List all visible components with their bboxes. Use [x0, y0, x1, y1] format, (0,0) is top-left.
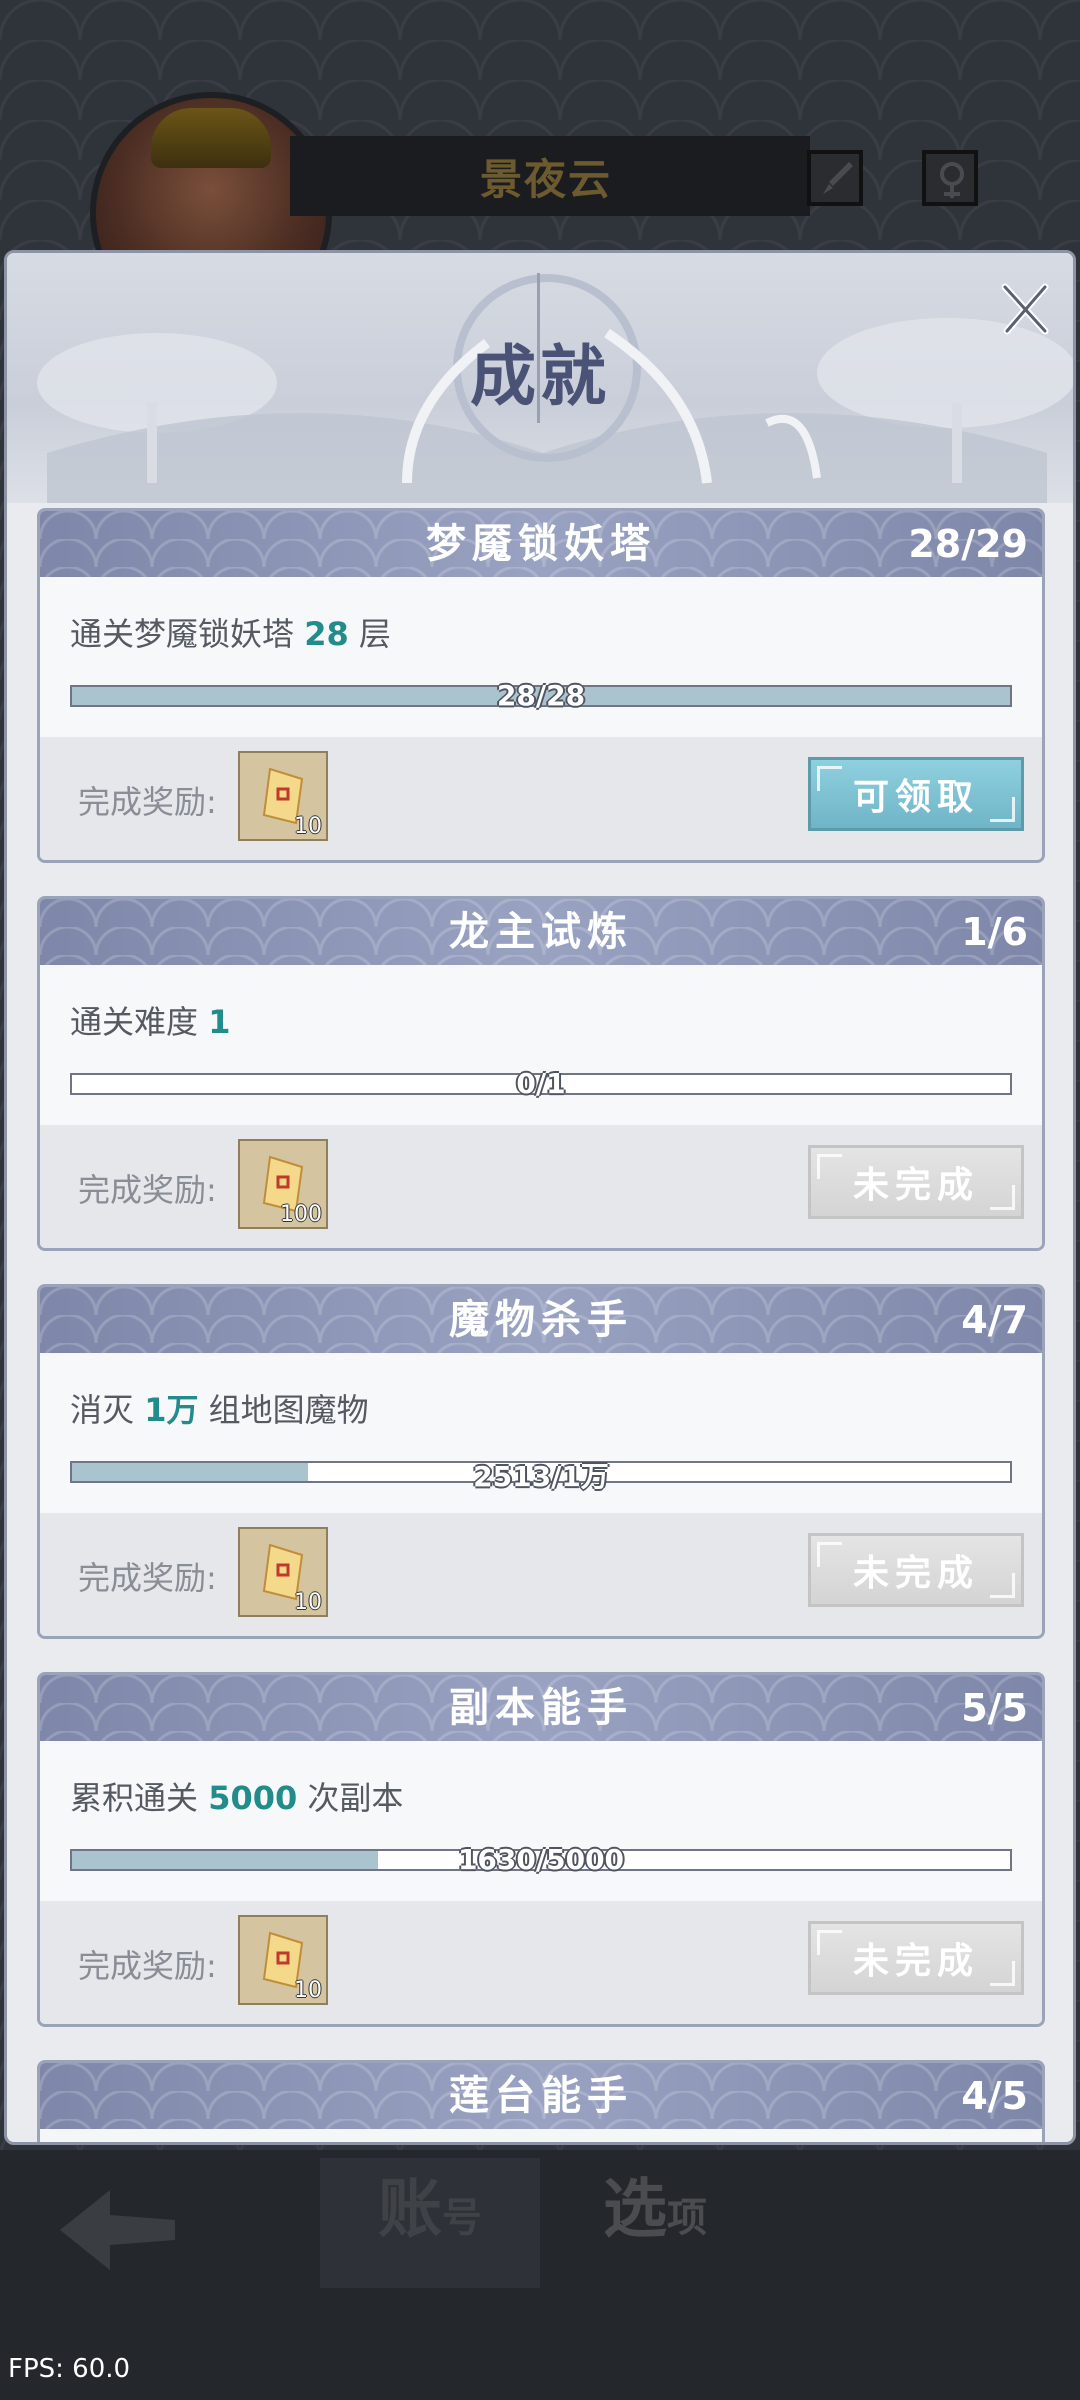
achievement-count: 4/7 — [961, 1298, 1028, 1342]
achievement-count: 28/29 — [908, 522, 1028, 566]
modal-title: 成就 — [470, 337, 610, 415]
player-header: 景夜云 — [90, 92, 990, 334]
claim-button[interactable]: 可领取 — [808, 757, 1024, 831]
brush-icon[interactable] — [807, 150, 863, 206]
achievement-description: 消灭 1万 组地图魔物 — [70, 1391, 369, 1429]
reward-quantity: 10 — [294, 1590, 322, 1615]
achievement-title: 莲台能手 — [449, 2072, 633, 2119]
card-header: 龙主试炼 1/6 — [40, 899, 1042, 965]
achievement-card: 副本能手 5/5 累积通关 5000 次副本 1630/5000 完成奖励: 1… — [37, 1672, 1045, 2027]
reward-label: 完成奖励: — [78, 783, 217, 821]
reward-label: 完成奖励: — [78, 1559, 217, 1597]
achievement-description: 累积通关 5000 次副本 — [70, 1779, 404, 1817]
achievement-card: 梦魇锁妖塔 28/29 通关梦魇锁妖塔 28 层 28/28 完成奖励: 10 — [37, 508, 1045, 863]
card-header: 副本能手 5/5 — [40, 1675, 1042, 1741]
reward-quantity: 100 — [280, 1202, 322, 1227]
achievement-description: 通关难度 1 — [70, 1003, 231, 1041]
progress-text: 2513/1万 — [473, 1460, 609, 1493]
reward-item[interactable]: 10 — [238, 1527, 328, 1617]
card-header: 魔物杀手 4/7 — [40, 1287, 1042, 1353]
reward-quantity: 10 — [294, 1978, 322, 2003]
achievement-count: 1/6 — [961, 910, 1028, 954]
card-header: 梦魇锁妖塔 28/29 — [40, 511, 1042, 577]
progress-text: 28/28 — [496, 679, 586, 712]
incomplete-button[interactable]: 未完成 — [808, 1145, 1024, 1219]
card-body: 累积通关 5000 次副本 1630/5000 — [40, 1741, 1042, 1901]
achievement-count: 5/5 — [961, 1686, 1028, 1730]
progress-bar: 2513/1万 — [70, 1460, 1012, 1493]
location-pin-icon[interactable] — [922, 150, 978, 206]
achievement-title: 副本能手 — [449, 1684, 633, 1731]
close-icon[interactable] — [997, 281, 1053, 337]
player-name: 景夜云 — [480, 154, 613, 204]
reward-item[interactable]: 10 — [238, 751, 328, 841]
achievement-list[interactable]: 梦魇锁妖塔 28/29 通关梦魇锁妖塔 28 层 28/28 完成奖励: 10 — [37, 508, 1047, 2142]
incomplete-button[interactable]: 未完成 — [808, 1921, 1024, 1995]
reward-label: 完成奖励: — [78, 1171, 217, 1209]
achievement-title: 梦魇锁妖塔 — [426, 520, 656, 567]
achievement-count: 4/5 — [961, 2074, 1028, 2118]
card-body: 消灭 1万 组地图魔物 2513/1万 — [40, 1353, 1042, 1513]
achievement-title: 龙主试炼 — [449, 908, 633, 955]
progress-text: 0/1 — [516, 1067, 566, 1100]
achievement-card: 莲台能手 4/5 — [37, 2060, 1045, 2142]
card-footer: 完成奖励: 10 未完成 — [40, 1901, 1042, 2024]
achievement-description: 通关梦魇锁妖塔 28 层 — [70, 615, 391, 653]
achievement-card: 魔物杀手 4/7 消灭 1万 组地图魔物 2513/1万 完成奖励: 10 未完 — [37, 1284, 1045, 1639]
reward-label: 完成奖励: — [78, 1947, 217, 1985]
card-body: 通关梦魇锁妖塔 28 层 28/28 — [40, 577, 1042, 737]
card-footer: 完成奖励: 10 可领取 — [40, 737, 1042, 860]
card-header: 莲台能手 4/5 — [40, 2063, 1042, 2129]
incomplete-button[interactable]: 未完成 — [808, 1533, 1024, 1607]
card-footer: 完成奖励: 10 未完成 — [40, 1513, 1042, 1636]
back-arrow-icon[interactable] — [50, 2180, 180, 2280]
achievement-title: 魔物杀手 — [449, 1296, 633, 1343]
modal-banner: 成就 — [7, 253, 1073, 503]
reward-item[interactable]: 100 — [238, 1139, 328, 1229]
tab-options[interactable]: 选项 — [545, 2158, 765, 2288]
progress-bar: 28/28 — [70, 679, 1012, 712]
tab-account[interactable]: 账号 — [320, 2158, 540, 2288]
achievement-card: 龙主试炼 1/6 通关难度 1 0/1 完成奖励: 100 未完成 — [37, 896, 1045, 1251]
card-footer: 完成奖励: 100 未完成 — [40, 1125, 1042, 1248]
progress-bar: 0/1 — [70, 1067, 1012, 1100]
progress-bar: 1630/5000 — [70, 1843, 1012, 1876]
card-body: 通关难度 1 0/1 — [40, 965, 1042, 1125]
reward-quantity: 10 — [294, 814, 322, 839]
achievement-modal: 成就 梦魇锁妖塔 28/29 通关梦魇锁妖塔 28 层 28/28 完成奖励: — [4, 250, 1076, 2145]
player-name-bar: 景夜云 — [290, 136, 810, 216]
progress-text: 1630/5000 — [457, 1843, 625, 1876]
reward-item[interactable]: 10 — [238, 1915, 328, 2005]
fps-counter: FPS: 60.0 — [8, 2354, 131, 2384]
